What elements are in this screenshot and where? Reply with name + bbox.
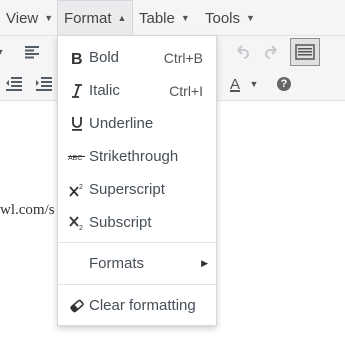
menu-item-bold[interactable]: B Bold Ctrl+B [58, 41, 216, 74]
undo-icon [237, 45, 249, 59]
help-icon: ? [277, 77, 291, 91]
align-left-icon [25, 46, 39, 59]
menu-table-label: Table [139, 10, 175, 27]
underline-icon [67, 114, 87, 134]
indent-icon [36, 77, 52, 91]
align-left-button[interactable] [18, 38, 46, 66]
svg-text:B: B [71, 51, 83, 66]
menu-item-subscript[interactable]: 2 Subscript [58, 206, 216, 239]
menu-format[interactable]: Format ▲ [57, 0, 134, 36]
undo-button[interactable] [228, 38, 256, 66]
menu-table[interactable]: Table ▼ [139, 0, 190, 36]
menu-item-label: Bold [89, 49, 120, 66]
svg-text:2: 2 [79, 225, 83, 231]
caret-down-icon: ▼ [44, 13, 54, 23]
italic-icon [67, 81, 87, 101]
outdent-button[interactable] [0, 70, 28, 98]
menu-item-label: Strikethrough [89, 148, 179, 165]
superscript-icon: 2 [67, 180, 87, 200]
menu-item-label: Underline [89, 115, 154, 132]
outdent-icon [6, 77, 22, 91]
svg-text:2: 2 [79, 184, 83, 191]
indent-button[interactable] [30, 70, 58, 98]
eraser-icon [67, 296, 87, 316]
subscript-icon: 2 [67, 213, 87, 233]
menu-item-label: Subscript [89, 214, 152, 231]
dropdown-caret-icon[interactable]: ▼ [0, 38, 14, 66]
keyboard-icon [295, 44, 315, 60]
strikethrough-icon: ABC [67, 147, 87, 167]
text-color-icon: A [229, 75, 240, 93]
menu-item-label: Superscript [89, 181, 165, 198]
redo-icon [265, 45, 277, 59]
menu-item-label: Clear formatting [89, 297, 196, 314]
menu-item-strikethrough[interactable]: ABC Strikethrough [58, 140, 216, 173]
caret-down-icon: ▼ [246, 13, 255, 23]
text-color-dropdown[interactable]: ▼ [246, 70, 262, 98]
menu-item-italic[interactable]: Italic Ctrl+I [58, 74, 216, 107]
editor-content-text[interactable]: wl.com/s [0, 202, 55, 219]
menu-item-clear-formatting[interactable]: Clear formatting [58, 289, 216, 322]
menu-item-shortcut: Ctrl+I [169, 82, 203, 99]
menu-separator [58, 242, 216, 243]
submenu-arrow-icon: ▶ [201, 258, 208, 268]
menu-item-underline[interactable]: Underline [58, 107, 216, 140]
caret-down-icon: ▼ [249, 79, 259, 89]
menu-item-superscript[interactable]: 2 Superscript [58, 173, 216, 206]
caret-up-icon: ▲ [117, 13, 127, 23]
text-color-button[interactable]: A [224, 70, 246, 98]
menu-tools-label: Tools [205, 10, 241, 27]
menu-format-label: Format [64, 10, 112, 27]
menu-view-label: View [6, 10, 39, 27]
toolbar-toggle-button[interactable] [290, 38, 320, 66]
caret-down-icon: ▼ [180, 13, 190, 23]
menu-item-label: Formats [89, 255, 145, 272]
format-menu: B Bold Ctrl+B Italic Ctrl+I Underline AB… [57, 35, 217, 326]
redo-button[interactable] [258, 38, 286, 66]
menu-item-label: Italic [89, 82, 120, 99]
menu-item-formats[interactable]: Formats ▶ [58, 247, 216, 280]
menu-item-shortcut: Ctrl+B [163, 49, 203, 66]
menu-tools[interactable]: Tools ▼ [205, 0, 255, 36]
help-button[interactable]: ? [270, 70, 298, 98]
bold-icon: B [67, 48, 87, 68]
menu-separator [58, 284, 216, 285]
menu-view[interactable]: View ▼ [6, 0, 53, 36]
menubar: View ▼ Format ▲ Table ▼ Tools ▼ [0, 0, 345, 36]
